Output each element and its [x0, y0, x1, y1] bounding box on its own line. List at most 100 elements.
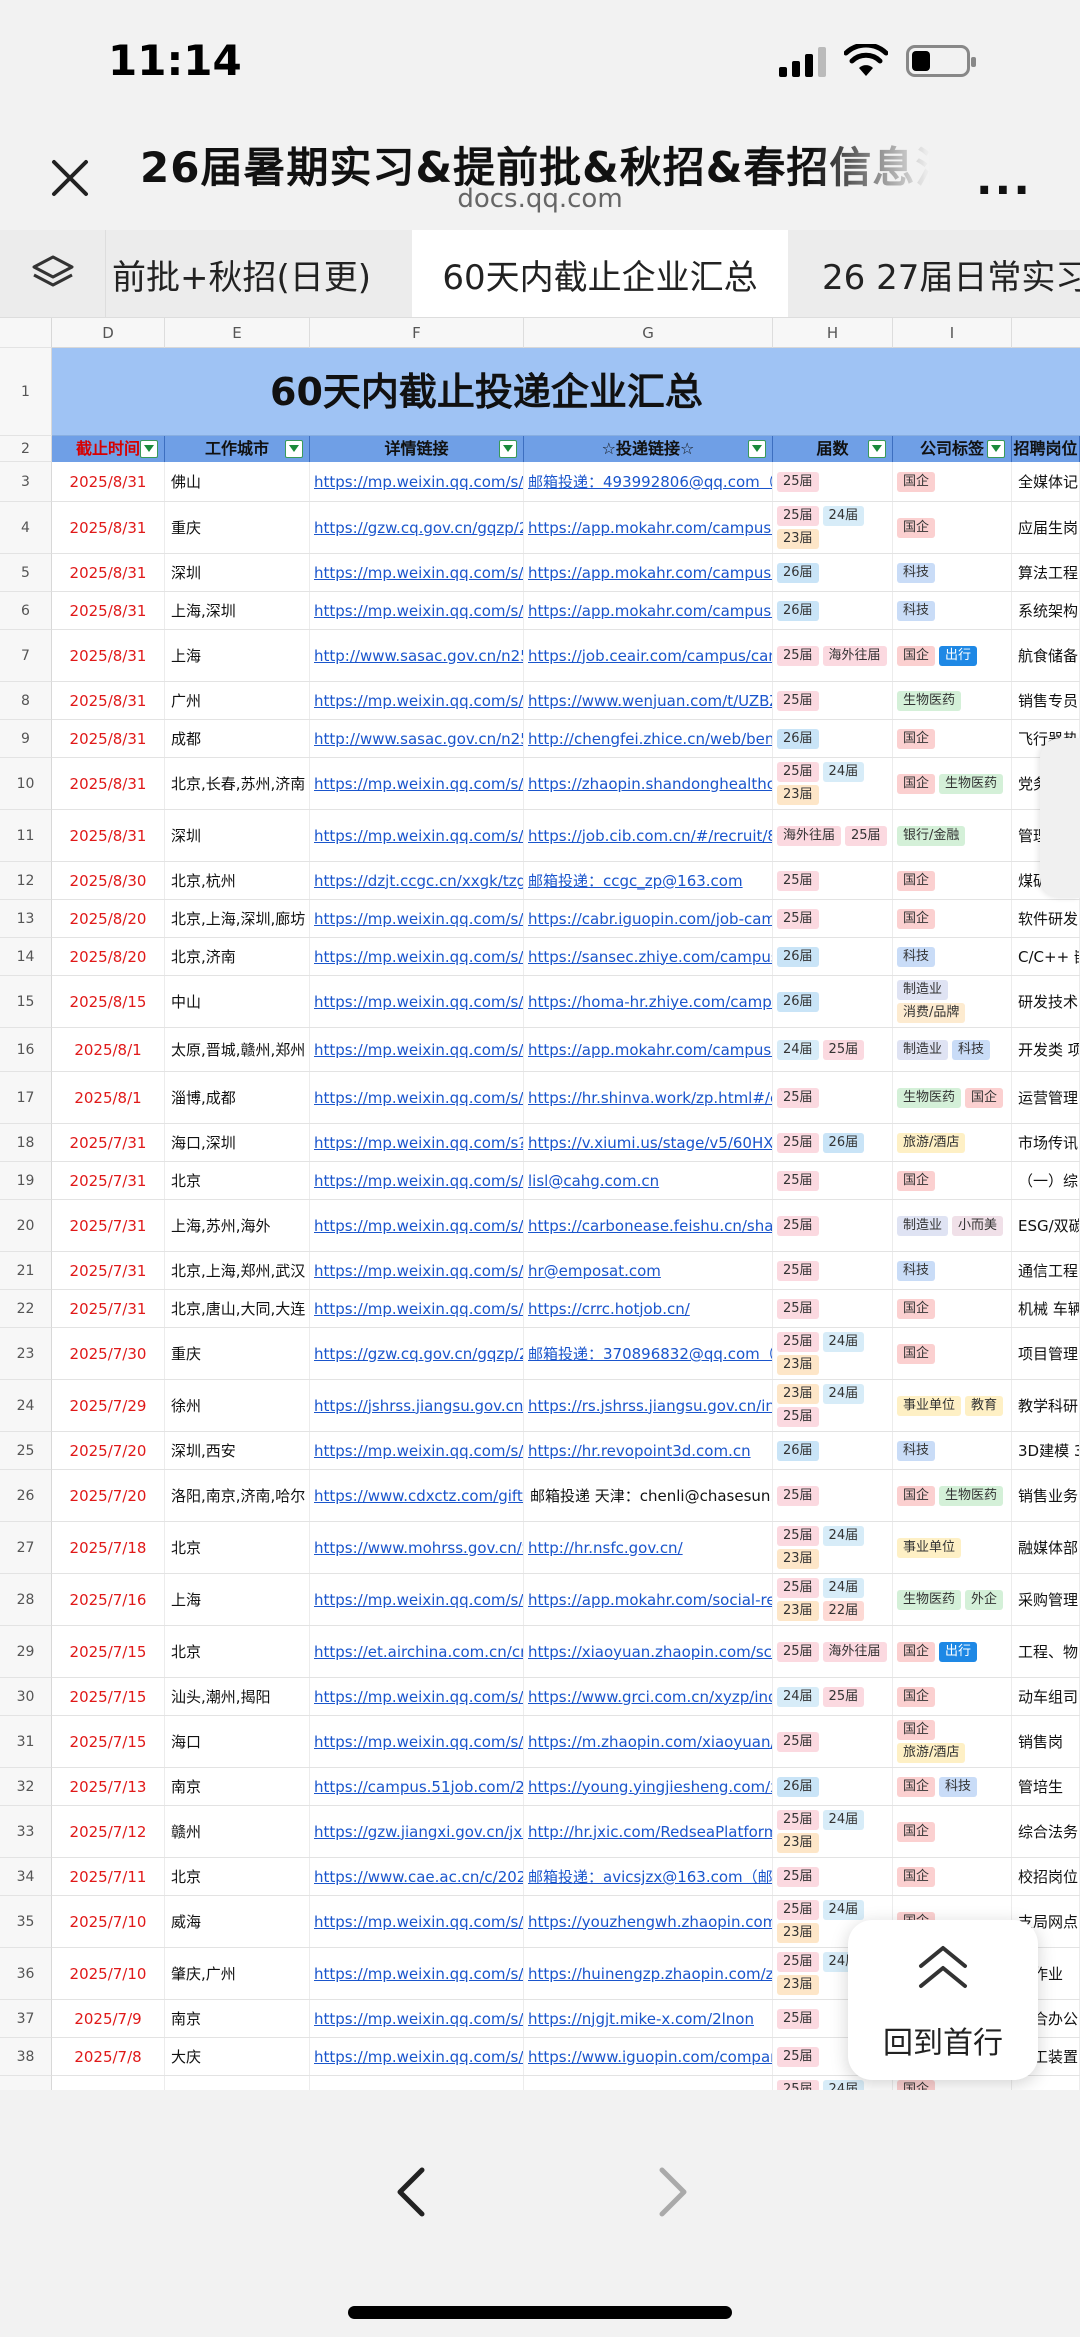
row-number[interactable]: 16 [0, 1028, 52, 1072]
row-number[interactable]: 11 [0, 810, 52, 862]
table-row[interactable]: 2025/8/20 北京,济南 https://mp.weixin.qq.com/s… [52, 938, 1080, 976]
table-row[interactable]: 2025/8/31 深圳 https://mp.weixin.qq.com/s/r h… [52, 810, 1080, 862]
deadline-cell[interactable]: 2025/7/29 [52, 1380, 165, 1431]
apply-link[interactable]: https://app.mokahr.com/social-rec [524, 1574, 773, 1625]
table-row[interactable]: 2025/7/15 汕头,潮州,揭阳 https://mp.weixin.qq.co… [52, 1678, 1080, 1716]
apply-link[interactable]: http://hr.nsfc.gov.cn/ [524, 1522, 773, 1573]
row-number[interactable]: 13 [0, 900, 52, 938]
tab-daily-intern[interactable]: 26 27届日常实习 [800, 230, 1080, 317]
detail-link[interactable]: https://mp.weixin.qq.com/s/a [310, 1948, 524, 1999]
deadline-cell[interactable]: 2025/8/1 [52, 1072, 165, 1123]
row-number[interactable]: 4 [0, 502, 52, 554]
detail-link[interactable]: https://www.cdxctz.com/gifte [310, 1470, 524, 1521]
row-number[interactable]: 29 [0, 1626, 52, 1678]
tab-60-day-deadline[interactable]: 60天内截止企业汇总 [412, 230, 788, 317]
role-cell[interactable]: 运营管理 [1012, 1072, 1080, 1123]
role-cell[interactable]: 全媒体记 [1012, 462, 1080, 501]
row-number[interactable]: 30 [0, 1678, 52, 1716]
table-row[interactable]: 2025/8/1 淄博,成都 https://mp.weixin.qq.com/s/… [52, 1072, 1080, 1124]
city-cell[interactable]: 汕头,潮州,揭阳 [165, 1678, 310, 1715]
company-tag-cell[interactable]: 国企 [893, 502, 1012, 553]
grade-cell[interactable]: 25届 [773, 1290, 893, 1327]
company-tag-cell[interactable]: 国企 出行 [893, 630, 1012, 681]
grade-cell[interactable]: 25届 [773, 1858, 893, 1895]
row-number[interactable]: 31 [0, 1716, 52, 1768]
deadline-cell[interactable]: 2025/7/31 [52, 1290, 165, 1327]
company-tag-cell[interactable]: 国企 [893, 1858, 1012, 1895]
city-cell[interactable]: 佛山 [165, 462, 310, 501]
table-row[interactable]: 2025/7/29 徐州 https://jshrss.jiangsu.gov.cn… [52, 1380, 1080, 1432]
detail-link[interactable]: https://mp.weixin.qq.com/s/5 [310, 1252, 524, 1289]
apply-link[interactable]: https://www.grci.com.cn/xyzp/inde [524, 1678, 773, 1715]
column-letter[interactable]: E [165, 318, 310, 348]
filter-icon[interactable] [748, 440, 766, 458]
detail-link[interactable]: https://mp.weixin.qq.com/s/Z [310, 1162, 524, 1199]
deadline-cell[interactable]: 2025/7/11 [52, 1858, 165, 1895]
deadline-cell[interactable]: 2025/8/20 [52, 900, 165, 937]
company-tag-cell[interactable]: 国企 生物医药 [893, 758, 1012, 809]
company-tag-cell[interactable]: 生物医药 [893, 682, 1012, 719]
grade-cell[interactable]: 25届 [773, 1470, 893, 1521]
column-header[interactable]: 招聘岗位 [1012, 436, 1080, 462]
row-number[interactable]: 17 [0, 1072, 52, 1124]
city-cell[interactable]: 北京,济南 [165, 938, 310, 975]
spreadsheet-grid[interactable]: DEFGHI 1 60天内截止投递企业汇总 2 截止时间 工作城市 详情链接 ☆投递链… [0, 318, 1080, 2090]
deadline-cell[interactable]: 2025/7/8 [52, 2038, 165, 2075]
grade-cell[interactable]: 25届24届23届 [773, 1806, 893, 1857]
grade-cell[interactable]: 26届 [773, 976, 893, 1027]
detail-link[interactable]: https://mp.weixin.qq.com/s/8 [310, 1896, 524, 1947]
apply-link[interactable]: https://app.mokahr.com/campus-r [524, 592, 773, 629]
deadline-cell[interactable]: 2025/8/31 [52, 630, 165, 681]
company-tag-cell[interactable]: 制造业 科技 [893, 1028, 1012, 1071]
company-tag-cell[interactable]: 国企 [893, 1290, 1012, 1327]
row-number[interactable]: 20 [0, 1200, 52, 1252]
role-cell[interactable]: ESG/双碳 [1012, 1200, 1080, 1251]
table-row[interactable]: 2025/7/15 海口 https://mp.weixin.qq.com/s/N h… [52, 1716, 1080, 1768]
detail-link[interactable]: https://gzw.jiangxi.gov.cn/jxsg [310, 1806, 524, 1857]
column-header[interactable]: 截止时间 [52, 436, 165, 462]
table-row[interactable]: 2025/7/30 重庆 https://gzw.cq.gov.cn/gqzp/2 邮… [52, 1328, 1080, 1380]
apply-link[interactable]: https://jnzjtd.zhaopin.com [524, 2076, 773, 2090]
grade-cell[interactable]: 25届 [773, 462, 893, 501]
table-row[interactable]: 2025/7/31 北京,唐山,大同,大连 https://mp.weixin.qq… [52, 1290, 1080, 1328]
role-cell[interactable]: 工程、物 [1012, 1626, 1080, 1677]
apply-link[interactable]: https://rs.jshrss.jiangsu.gov.cn/ind [524, 1380, 773, 1431]
role-cell[interactable]: 综合法务 [1012, 1806, 1080, 1857]
city-cell[interactable]: 海口,深圳 [165, 1124, 310, 1161]
table-row[interactable]: 2025/7/11 北京 https://www.cae.ac.cn/c/202 邮箱… [52, 1858, 1080, 1896]
apply-link[interactable]: https://xiaoyuan.zhaopin.com/scrc [524, 1626, 773, 1677]
deadline-cell[interactable]: 2025/7/20 [52, 1432, 165, 1469]
city-cell[interactable]: 赣州 [165, 1806, 310, 1857]
apply-link[interactable]: https://app.mokahr.com/campus-r [524, 1028, 773, 1071]
city-cell[interactable]: 南京 [165, 2000, 310, 2037]
detail-link[interactable]: https://mp.weixin.qq.com/s/ff [310, 938, 524, 975]
column-header[interactable]: 届数 [773, 436, 893, 462]
grade-cell[interactable]: 25届 [773, 1200, 893, 1251]
role-cell[interactable]: 机械 车辆 [1012, 1290, 1080, 1327]
deadline-cell[interactable]: 2025/7/8 [52, 2076, 165, 2090]
deadline-cell[interactable]: 2025/8/31 [52, 810, 165, 861]
city-cell[interactable]: 北京,上海,深圳,廊坊 [165, 900, 310, 937]
deadline-cell[interactable]: 2025/8/31 [52, 682, 165, 719]
column-letter[interactable]: F [310, 318, 524, 348]
detail-link[interactable]: https://gzw.cq.gov.cn/gqzp/2 [310, 502, 524, 553]
row-number[interactable]: 25 [0, 1432, 52, 1470]
grade-cell[interactable]: 25届24届23届 [773, 758, 893, 809]
detail-link[interactable]: https://mp.weixin.qq.com/s/3 [310, 1072, 524, 1123]
deadline-cell[interactable]: 2025/8/31 [52, 720, 165, 757]
row-number[interactable]: 37 [0, 2000, 52, 2038]
company-tag-cell[interactable]: 科技 [893, 554, 1012, 591]
apply-link[interactable]: https://app.mokahr.com/campus-r [524, 502, 773, 553]
apply-link[interactable]: https://huinengzp.zhaopin.com/zk [524, 1948, 773, 1999]
detail-link[interactable]: https://mp.weixin.qq.com/s/N [310, 1716, 524, 1767]
role-cell[interactable]: 通信工程 [1012, 1252, 1080, 1289]
apply-link[interactable]: https://m.zhaopin.com/xiaoyuan/p [524, 1716, 773, 1767]
company-tag-cell[interactable]: 科技 [893, 938, 1012, 975]
table-row[interactable]: 2025/7/15 北京 https://et.airchina.com.cn/cn… [52, 1626, 1080, 1678]
table-row[interactable]: 2025/7/31 北京,上海,郑州,武汉 https://mp.weixin.qq… [52, 1252, 1080, 1290]
table-row[interactable]: 2025/7/16 上海 https://mp.weixin.qq.com/s/a h… [52, 1574, 1080, 1626]
role-cell[interactable]: （一）综 [1012, 1162, 1080, 1199]
role-cell[interactable]: 开发类 项 [1012, 1028, 1080, 1071]
column-letter[interactable]: I [893, 318, 1012, 348]
detail-link[interactable]: https://mp.weixin.qq.com/s/L [310, 976, 524, 1027]
